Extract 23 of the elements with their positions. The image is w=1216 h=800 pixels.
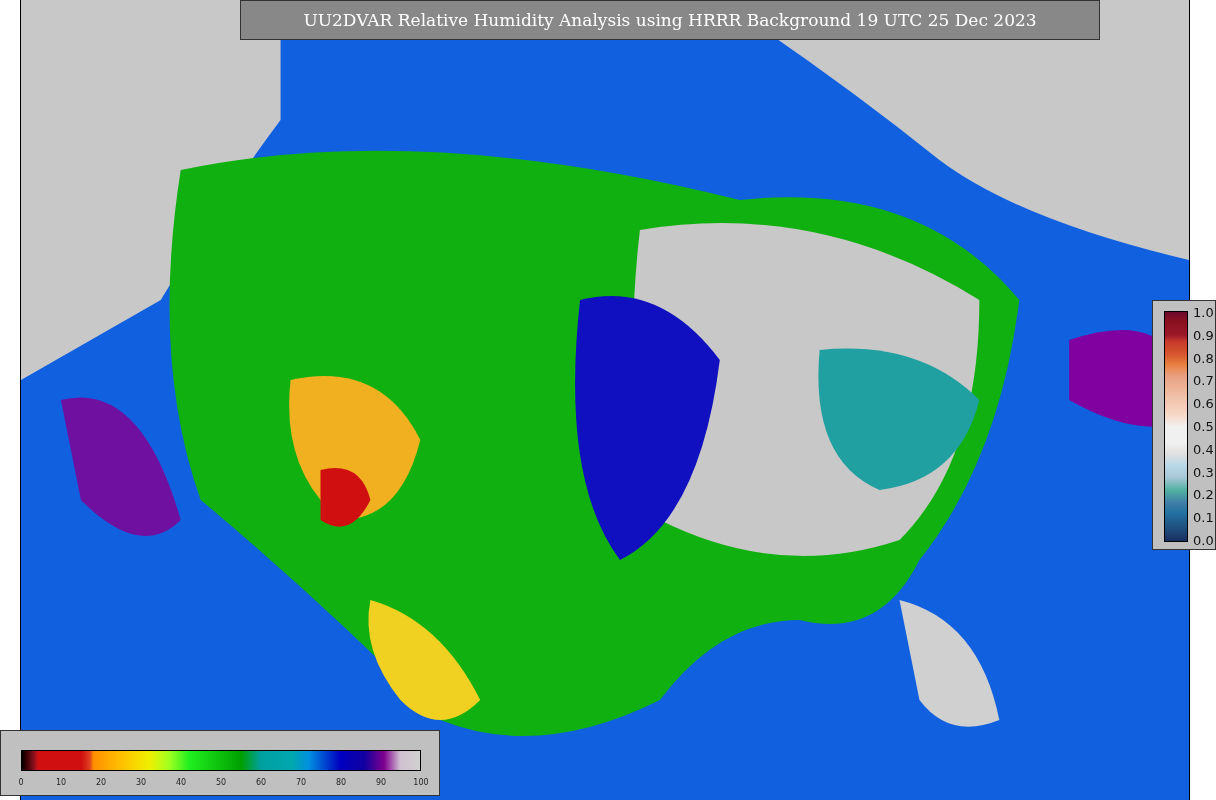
tick-label: 60 xyxy=(255,778,267,787)
tick-label: 1.0 xyxy=(1193,304,1214,320)
tick-label: 0.8 xyxy=(1193,350,1214,366)
tick-label: 0.1 xyxy=(1193,509,1214,525)
tick-label: 0.7 xyxy=(1193,372,1214,388)
tick-label: 20 xyxy=(95,778,107,787)
tick-label: 90 xyxy=(375,778,387,787)
tick-label: 70 xyxy=(295,778,307,787)
tick-label: 0.5 xyxy=(1193,418,1214,434)
tick-label: 0 xyxy=(18,778,24,787)
tick-label: 30 xyxy=(135,778,147,787)
tick-label: 10 xyxy=(55,778,67,787)
map-title: UU2DVAR Relative Humidity Analysis using HRRR Background 19 UTC 25 Dec 2023 xyxy=(240,0,1100,40)
tick-label: 0.2 xyxy=(1193,486,1214,502)
tick-label: 0.3 xyxy=(1193,464,1214,480)
tick-label: 80 xyxy=(335,778,347,787)
tick-label: 40 xyxy=(175,778,187,787)
tick-label: 0.0 xyxy=(1193,532,1214,548)
tick-label: 100 xyxy=(413,778,429,787)
tick-label: 0.4 xyxy=(1193,441,1214,457)
tick-label: 0.6 xyxy=(1193,395,1214,411)
tick-label: 0.9 xyxy=(1193,327,1214,343)
tick-label: 50 xyxy=(215,778,227,787)
